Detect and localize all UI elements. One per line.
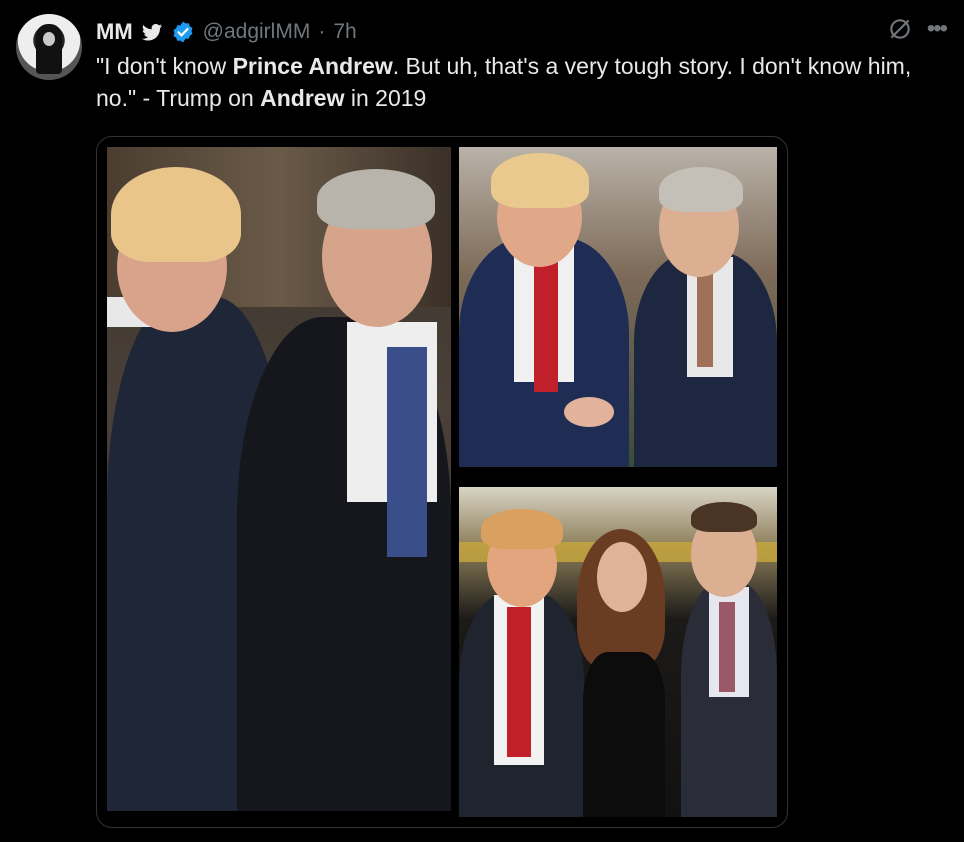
author-name[interactable]: MM: [96, 19, 133, 45]
avatar-face: [43, 32, 55, 46]
media-photo-3[interactable]: [459, 487, 777, 817]
grok-icon[interactable]: [887, 16, 913, 42]
author-avatar[interactable]: [16, 14, 82, 80]
media-photo-2[interactable]: [459, 147, 777, 467]
media-photo-1[interactable]: [107, 147, 451, 811]
verified-badge-icon: [173, 21, 193, 43]
tweet-text-part-1: "I don't know: [96, 53, 233, 79]
tweet-text-part-5: in 2019: [344, 85, 427, 111]
tweet-text-part-2: Prince Andrew: [232, 53, 393, 79]
tweet-header: MM @adgirlMM · 7h: [96, 16, 357, 48]
tweet-actions-top: •••: [887, 16, 948, 42]
more-icon[interactable]: •••: [927, 17, 948, 41]
time-separator: ·: [318, 20, 326, 43]
tweet-text-part-4: Andrew: [260, 85, 345, 111]
tweet-media-grid[interactable]: [96, 136, 788, 828]
tweet-time[interactable]: 7h: [333, 20, 356, 44]
tweet-text: "I don't know Prince Andrew. But uh, tha…: [96, 50, 946, 114]
bird-icon: [141, 24, 162, 41]
author-handle[interactable]: @adgirlMM: [203, 20, 311, 44]
